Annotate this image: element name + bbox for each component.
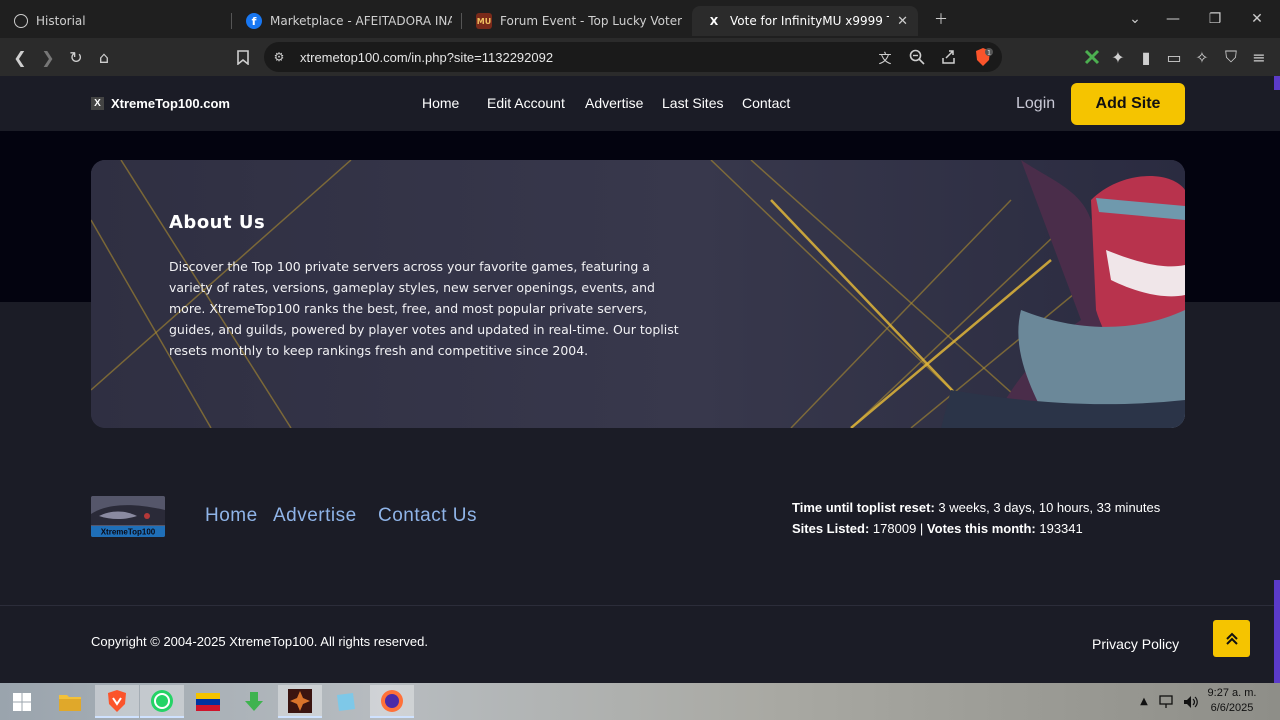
tab-historial[interactable]: Historial [0,6,232,36]
whatsapp-icon[interactable] [140,685,184,718]
extension-x-icon[interactable] [1081,46,1103,68]
brave-shields-icon[interactable]: 1 [972,46,994,68]
share-icon[interactable] [938,46,960,68]
reset-countdown: Time until toplist reset: 3 weeks, 3 day… [792,500,1161,515]
add-site-button[interactable]: Add Site [1071,83,1185,125]
reload-icon[interactable]: ↻ [65,46,87,68]
restore-icon[interactable]: ❐ [1203,9,1227,29]
privacy-policy-link[interactable]: Privacy Policy [1092,636,1179,652]
footer-contact-link[interactable]: Contact Us [378,505,477,527]
leo-ai-icon[interactable]: ✧ [1191,46,1213,68]
brave-icon[interactable] [95,685,139,718]
login-link[interactable]: Login [1016,95,1055,113]
chevron-down-icon[interactable]: ⌄ [1123,9,1147,29]
about-us-card: About Us Discover the Top 100 private se… [91,160,1185,428]
venezuela-flag-icon[interactable] [186,685,230,718]
bookmark-icon[interactable] [232,46,254,68]
footer-home-link[interactable]: Home [205,505,258,527]
file-explorer-icon[interactable] [48,685,92,718]
site-settings-icon[interactable]: ⚙ [268,46,290,68]
translate-icon[interactable]: 文 [874,46,896,68]
footer-divider [0,605,1274,606]
tab-marketplace[interactable]: f Marketplace - AFEITADORA INALAMB [232,6,462,36]
home-icon[interactable]: ⌂ [93,46,115,68]
url-text: xtremetop100.com/in.php?site=1132292092 [300,49,554,65]
network-icon[interactable] [1156,685,1178,718]
footer-advertise-link[interactable]: Advertise [273,505,357,527]
footer-logo[interactable]: XtremeTop100 [91,496,165,537]
xtremetop-logo-icon: X [91,97,104,110]
double-chevron-up-icon [1225,632,1238,645]
notes-icon[interactable] [324,685,368,718]
back-to-top-button[interactable] [1213,620,1250,657]
brand-name: XtremeTop100.com [111,96,230,111]
wallet-icon[interactable]: ▭ [1163,46,1185,68]
menu-hamburger-icon[interactable]: ≡ [1248,46,1270,68]
tab-forum-event[interactable]: MU Forum Event - Top Lucky Voters of Ju [462,6,692,36]
nav-home[interactable]: Home [422,95,459,111]
show-hidden-icons-chevron[interactable]: ▲ [1136,685,1152,718]
nav-edit-account[interactable]: Edit Account [487,95,565,111]
facebook-icon: f [246,13,262,29]
tab-label: Vote for InfinityMU x9999 Top S3 [730,14,889,28]
nav-last-sites[interactable]: Last Sites [662,95,723,111]
firefox-icon[interactable] [370,685,414,718]
windows-start-icon[interactable] [0,685,44,718]
volume-icon[interactable] [1180,685,1202,718]
page-scroll-accent [1274,76,1280,90]
zoom-icon[interactable] [906,46,928,68]
forward-icon[interactable]: ❯ [37,46,59,68]
mu-forum-icon: MU [476,13,492,29]
svg-text:XtremeTop100: XtremeTop100 [101,528,156,537]
clock-date: 6/6/2025 [1210,702,1254,714]
about-text: Discover the Top 100 private servers acr… [169,259,679,358]
browser-tab-bar: Historial f Marketplace - AFEITADORA INA… [0,0,1280,38]
minimize-icon[interactable]: — [1161,9,1185,29]
clock-time: 9:27 a. m. [1207,687,1257,699]
about-title: About Us [169,212,266,233]
close-tab-icon[interactable]: ✕ [897,14,908,29]
tab-label: Historial [36,14,86,28]
history-icon [14,14,28,28]
extensions-puzzle-icon[interactable]: ✦ [1107,46,1129,68]
nav-advertise[interactable]: Advertise [585,95,643,111]
download-icon[interactable] [232,685,276,718]
tab-vote-infinitymu[interactable]: X Vote for InfinityMU x9999 Top S3 ✕ [692,6,918,36]
system-clock[interactable]: 9:27 a. m. 6/6/2025 [1206,686,1258,716]
copyright-text: Copyright © 2004-2025 XtremeTop100. All … [91,634,428,649]
vpn-shield-icon[interactable]: ⛉ [1220,46,1242,68]
site-brand[interactable]: X XtremeTop100.com [91,96,230,111]
sidebar-icon[interactable]: ▮ [1135,46,1157,68]
nav-contact[interactable]: Contact [742,95,790,111]
page-scroll-accent [1274,580,1280,683]
tab-label: Marketplace - AFEITADORA INALAMB [270,14,452,28]
toplist-stats: Time until toplist reset: 3 weeks, 3 day… [792,497,1160,539]
close-window-icon[interactable]: ✕ [1245,9,1269,29]
back-icon[interactable]: ❮ [9,46,31,68]
svg-text:1: 1 [987,50,991,57]
tab-label: Forum Event - Top Lucky Voters of Ju [500,14,682,28]
site-counts: Sites Listed: 178009 | Votes this month:… [792,521,1083,536]
mu-game-icon[interactable] [278,685,322,718]
xtremetop-icon: X [709,14,719,28]
new-tab-icon[interactable]: ＋ [929,9,953,29]
